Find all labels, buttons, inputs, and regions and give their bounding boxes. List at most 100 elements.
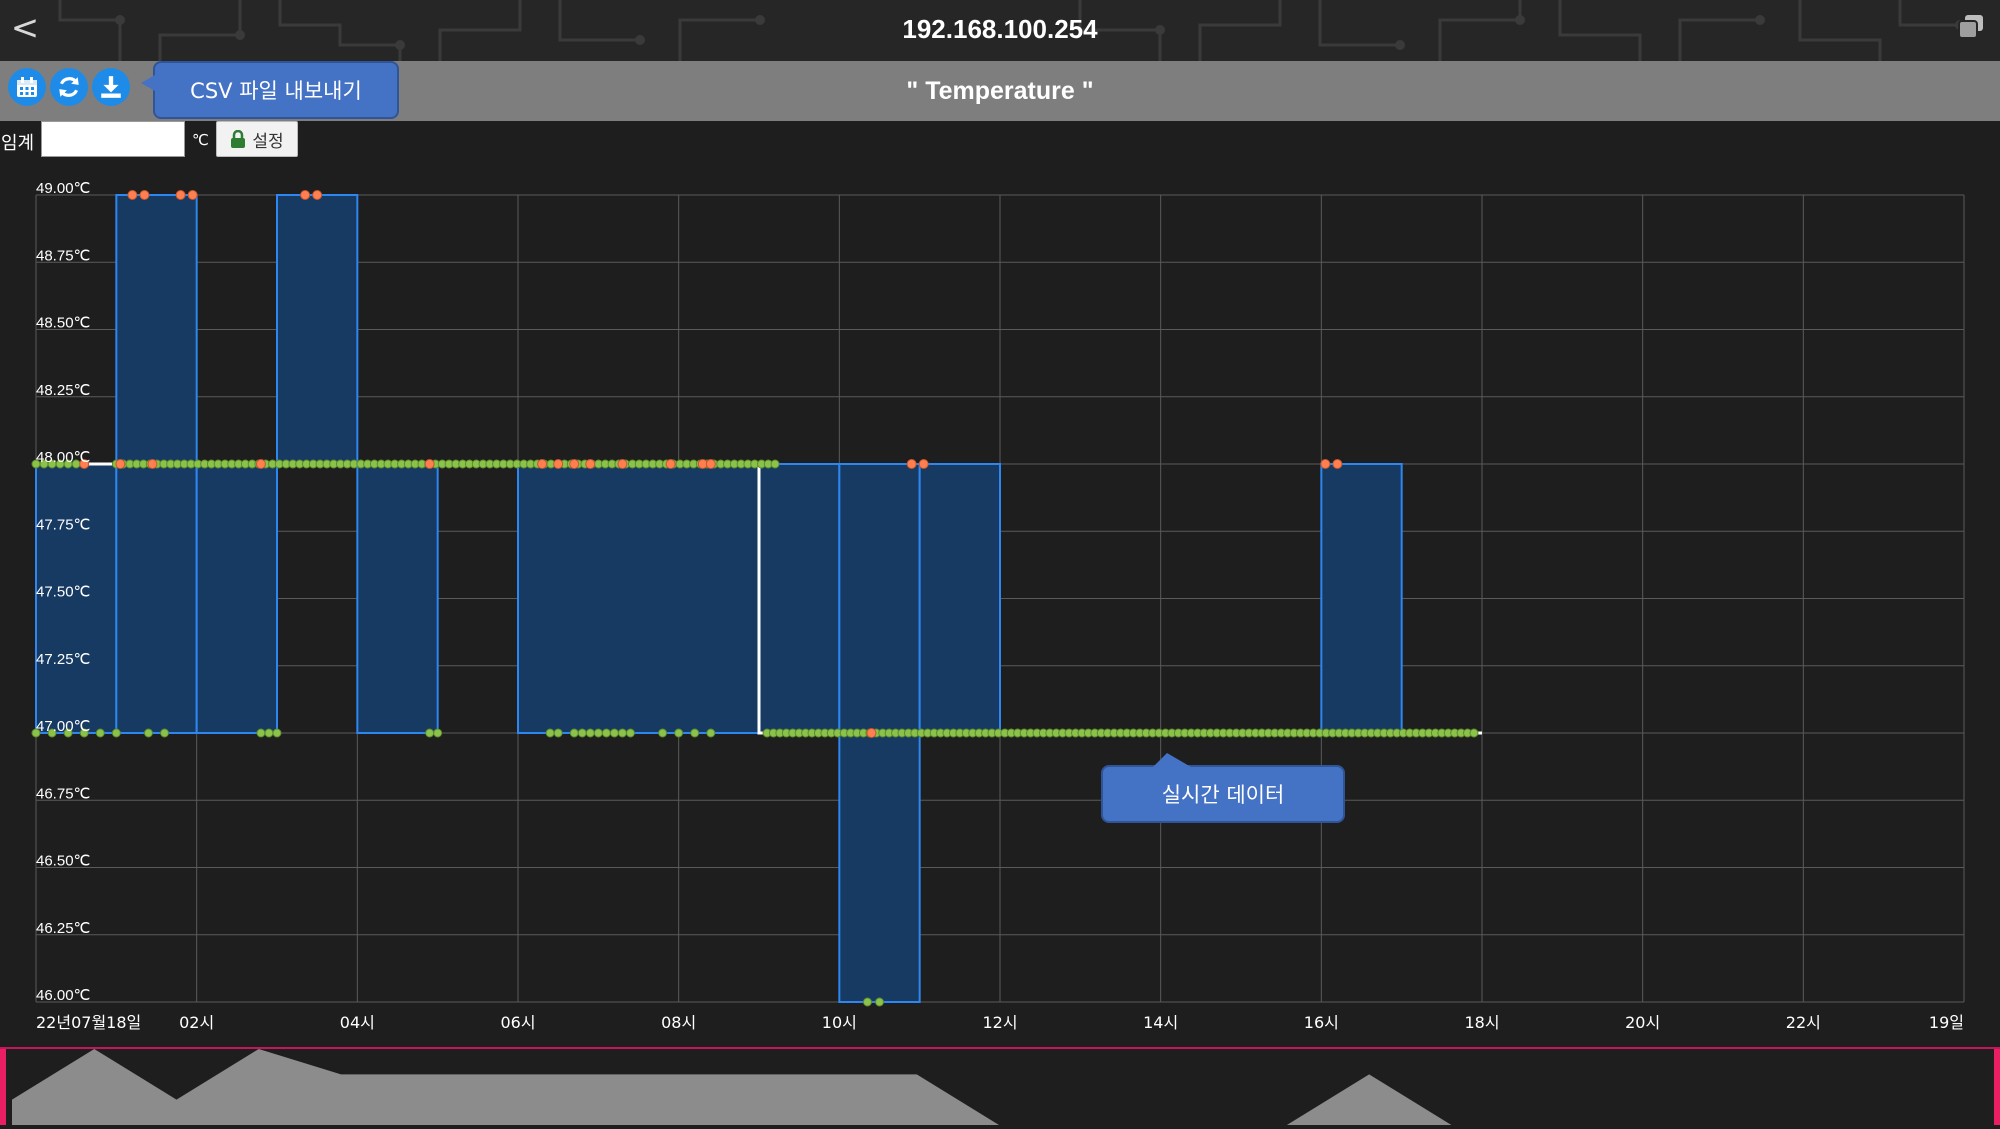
y-tick-label: 49.00℃ [36, 180, 90, 197]
y-tick-label: 47.25℃ [36, 651, 90, 668]
y-tick-label: 46.50℃ [36, 853, 90, 870]
data-point [553, 728, 563, 738]
x-tick-label: 18시 [1464, 1013, 1499, 1032]
alert-data-point [585, 459, 596, 469]
x-tick-label: 14시 [1143, 1013, 1178, 1032]
range-bar [195, 463, 279, 734]
data-point [862, 997, 872, 1007]
alert-data-point [569, 459, 580, 469]
data-point [617, 728, 627, 738]
temperature-chart: 46.00℃ 46.25℃ 46.50℃ 46.75℃ 47.00℃ 47.25℃ 47.5… [31, 180, 1965, 1032]
data-point [609, 728, 619, 738]
alert-data-point [1320, 459, 1331, 469]
csv-export-tooltip: CSV 파일 내보내기 [141, 61, 399, 119]
data-point [569, 728, 579, 738]
data-point [95, 728, 105, 738]
navigator-left-handle[interactable] [0, 1049, 6, 1125]
y-tick-label: 47.75℃ [36, 516, 90, 533]
y-tick-label: 48.00℃ [36, 449, 90, 466]
y-tick-label: 46.00℃ [36, 987, 90, 1004]
data-point [875, 997, 884, 1007]
alert-data-point [553, 459, 564, 469]
range-bar [517, 463, 760, 734]
alert-data-point [537, 459, 548, 469]
data-point [545, 728, 555, 738]
data-point [658, 728, 668, 738]
navigator-area [12, 1049, 1452, 1125]
range-bar [1320, 463, 1403, 734]
y-tick-label: 47.50℃ [36, 584, 90, 601]
data-point [256, 728, 266, 738]
host-address-title: 192.168.100.254 [902, 14, 1098, 44]
data-point [143, 728, 153, 738]
data-point [690, 728, 700, 738]
restore-window-icon[interactable] [1956, 12, 1986, 42]
y-tick-label: 46.25℃ [36, 920, 90, 937]
data-point [674, 728, 684, 738]
threshold-input[interactable] [41, 121, 185, 157]
navigator-preview [12, 1049, 1452, 1125]
alert-data-point [300, 190, 311, 200]
data-point [706, 728, 716, 738]
x-tick-label: 06시 [500, 1013, 535, 1032]
data-point [601, 728, 611, 738]
data-point [433, 728, 443, 738]
alert-data-point [424, 459, 435, 469]
data-point [425, 728, 435, 738]
alert-data-point [175, 190, 186, 200]
alert-data-point [918, 459, 929, 469]
range-bar [356, 463, 439, 734]
lock-icon [231, 130, 246, 148]
alert-data-point [1332, 459, 1343, 469]
threshold-controls: 임계 ℃ 설정 [0, 121, 400, 161]
data-point [585, 728, 595, 738]
x-tick-label: 16시 [1304, 1013, 1339, 1032]
x-tick-label: 04시 [340, 1013, 375, 1032]
data-point [111, 728, 121, 738]
navigator-right-handle[interactable] [1994, 1049, 2000, 1125]
data-point [593, 728, 603, 738]
alert-data-point [866, 728, 877, 738]
y-tick-label: 48.25℃ [36, 382, 90, 399]
x-tick-label: 02시 [179, 1013, 214, 1032]
x-tick-label: 10시 [822, 1013, 857, 1032]
alert-data-point [255, 459, 266, 469]
y-tick-label: 46.75℃ [36, 785, 90, 802]
alert-data-point [127, 190, 138, 200]
data-point [272, 728, 282, 738]
threshold-label: 임계 [1, 133, 35, 154]
live-data-tooltip: 실시간 데이터 [1101, 753, 1345, 823]
x-tick-label: 20시 [1625, 1013, 1660, 1032]
data-point [577, 728, 587, 738]
alert-data-point [115, 459, 126, 469]
x-tick-label: 22년07월18일 [36, 1013, 141, 1032]
range-bar [758, 463, 841, 734]
x-tick-label: 19일 [1929, 1013, 1964, 1032]
alert-data-point [617, 459, 628, 469]
data-point [160, 728, 170, 738]
alert-data-point [665, 459, 676, 469]
alert-data-point [312, 190, 323, 200]
y-tick-label: 48.75℃ [36, 247, 90, 264]
x-tick-label: 08시 [661, 1013, 696, 1032]
alert-data-point [187, 190, 198, 200]
alert-data-point [906, 459, 917, 469]
range-bar [918, 463, 1002, 734]
data-point [625, 728, 635, 738]
set-button-label: 설정 [252, 131, 284, 152]
x-tick-label: 12시 [982, 1013, 1017, 1032]
data-point [264, 728, 274, 738]
range-bar [276, 194, 359, 465]
unit-label: ℃ [192, 131, 209, 149]
x-tick-label: 22시 [1786, 1013, 1821, 1032]
alert-data-point [139, 190, 150, 200]
data-point [1469, 728, 1479, 738]
set-threshold-button[interactable]: 설정 [216, 121, 298, 157]
top-bar: < 192.168.100.254 [0, 0, 2000, 61]
time-navigator[interactable] [0, 1047, 2000, 1125]
y-tick-label: 47.00℃ [36, 718, 90, 735]
y-tick-label: 48.50℃ [36, 315, 90, 332]
alert-data-point [147, 459, 158, 469]
alert-data-point [705, 459, 716, 469]
data-point [770, 459, 780, 469]
